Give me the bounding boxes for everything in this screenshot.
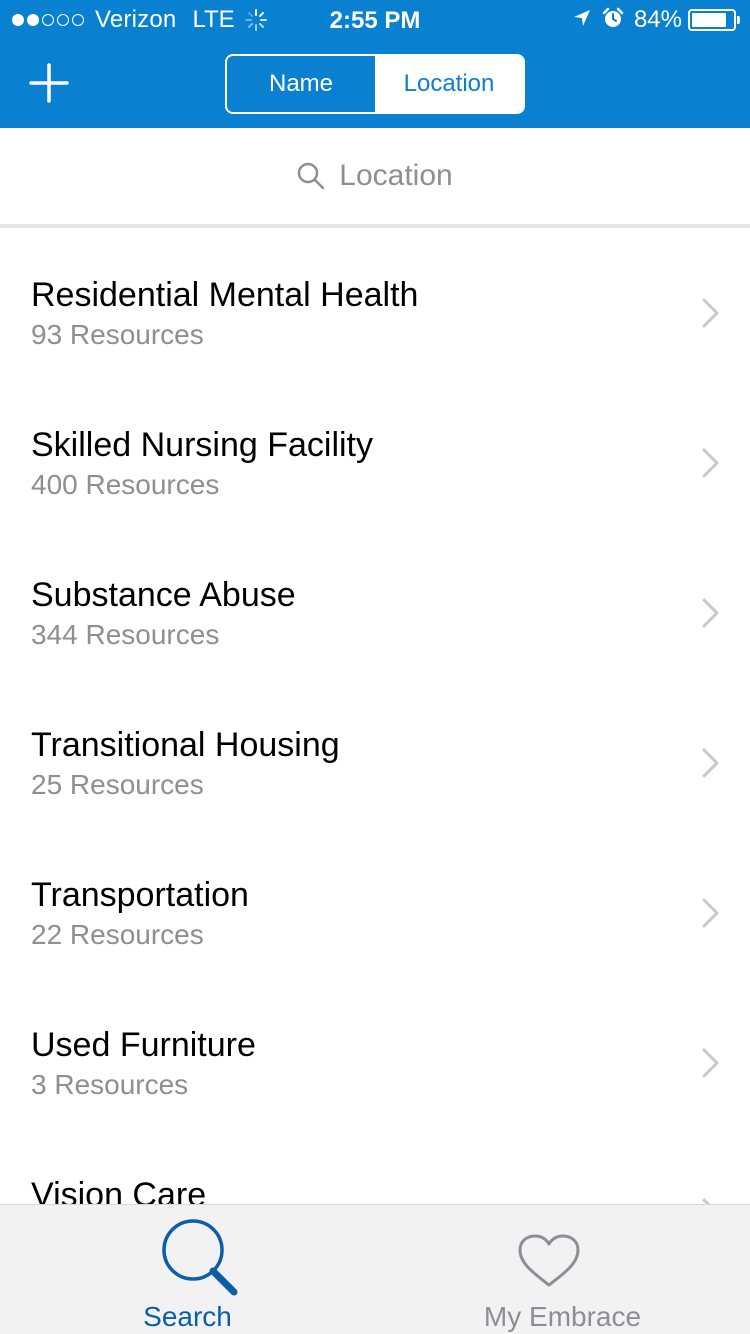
alarm-icon <box>602 7 624 34</box>
search-placeholder: Location <box>339 159 453 192</box>
status-bar: Verizon LTE 2:55 PM 84% <box>0 0 750 40</box>
location-arrow-icon <box>572 8 592 33</box>
category-title: Transportation <box>31 876 249 914</box>
category-list: Residential Mental Health 93 Resources S… <box>0 228 750 1204</box>
tab-search[interactable]: Search <box>0 1205 375 1334</box>
chevron-right-icon <box>702 598 719 628</box>
tab-bar: Search My Embrace <box>0 1204 750 1334</box>
tab-label: Search <box>143 1301 232 1332</box>
resource-count: 22 Resources <box>31 919 204 950</box>
category-title: Vision Care <box>31 1176 207 1204</box>
header-bar: Verizon LTE 2:55 PM 84% Name Location <box>0 0 750 128</box>
list-item[interactable]: Vision Care <box>0 1128 750 1204</box>
category-title: Skilled Nursing Facility <box>31 426 373 464</box>
segment-location[interactable]: Location <box>375 56 523 112</box>
category-title: Used Furniture <box>31 1026 256 1064</box>
screen: Verizon LTE 2:55 PM 84% Name Location Lo… <box>0 0 750 1334</box>
segment-name[interactable]: Name <box>227 56 375 112</box>
chevron-right-icon <box>702 1048 719 1078</box>
resource-count: 344 Resources <box>31 619 220 650</box>
list-item[interactable]: Used Furniture 3 Resources <box>0 978 750 1128</box>
status-right: 84% <box>572 6 740 34</box>
search-bar: Location <box>0 128 750 224</box>
battery-percent: 84% <box>633 6 682 33</box>
chevron-right-icon <box>702 898 719 928</box>
resource-count: 400 Resources <box>31 469 220 500</box>
list-item[interactable]: Skilled Nursing Facility 400 Resources <box>0 378 750 528</box>
search-input[interactable]: Location <box>297 159 453 193</box>
resource-count: 3 Resources <box>31 1069 189 1100</box>
heart-icon <box>518 1234 580 1287</box>
add-button[interactable] <box>28 62 70 104</box>
chevron-right-icon <box>702 298 719 328</box>
category-title: Residential Mental Health <box>31 276 419 314</box>
chevron-right-icon <box>702 748 719 778</box>
list-item[interactable]: Residential Mental Health 93 Resources <box>0 228 750 378</box>
chevron-right-icon <box>702 448 719 478</box>
list-item[interactable]: Transportation 22 Resources <box>0 828 750 978</box>
category-title: Substance Abuse <box>31 576 296 614</box>
battery-icon <box>688 9 740 31</box>
search-icon <box>298 162 325 190</box>
search-icon <box>162 1219 238 1296</box>
list-item[interactable]: Transitional Housing 25 Resources <box>0 678 750 828</box>
tab-my-embrace[interactable]: My Embrace <box>375 1205 750 1334</box>
resource-count: 93 Resources <box>31 319 204 350</box>
resource-count: 25 Resources <box>31 769 204 800</box>
list-item[interactable]: Substance Abuse 344 Resources <box>0 528 750 678</box>
tab-label: My Embrace <box>483 1301 642 1332</box>
search-mode-segmented-control: Name Location <box>225 54 525 114</box>
category-title: Transitional Housing <box>31 726 340 764</box>
plus-icon <box>29 63 69 103</box>
battery-fill <box>692 13 726 27</box>
